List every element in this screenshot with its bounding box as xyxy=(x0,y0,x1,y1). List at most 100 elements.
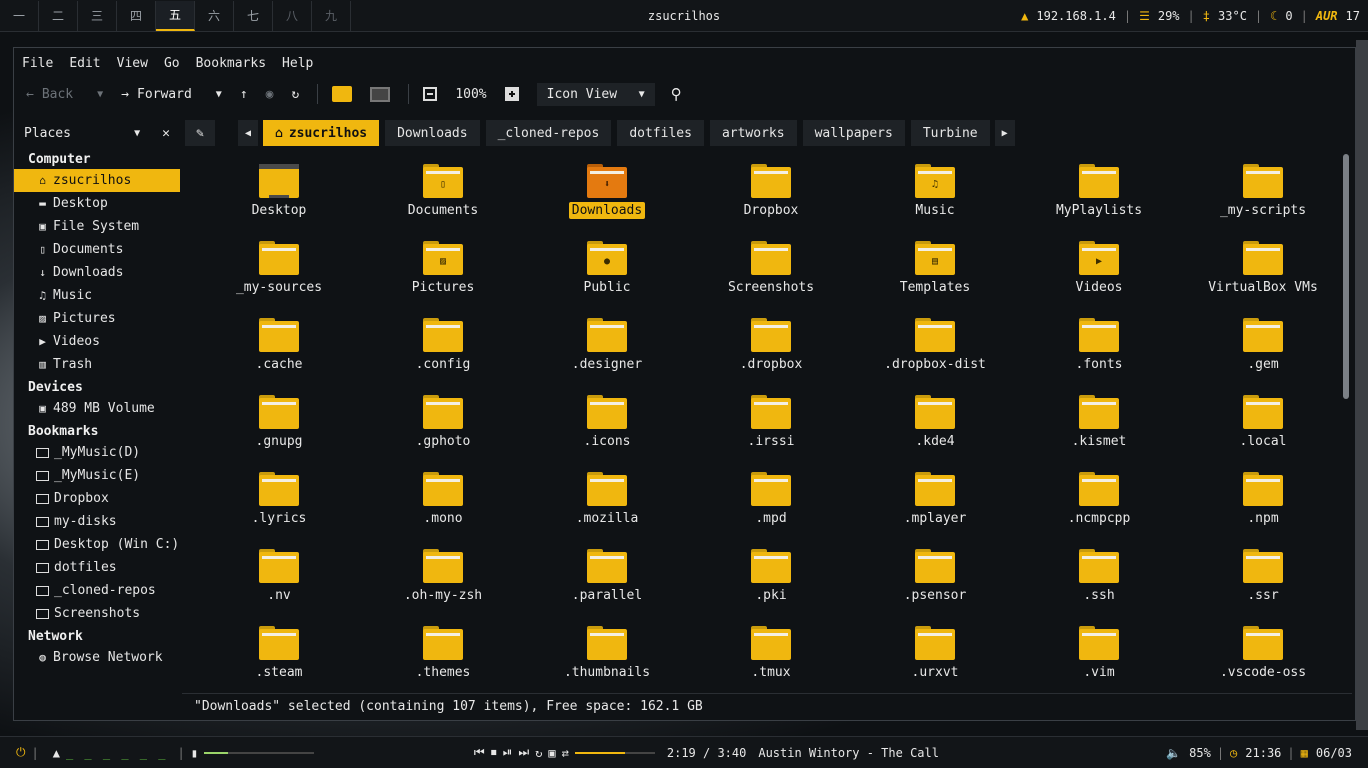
workspace-2[interactable]: 二 xyxy=(39,0,78,31)
file-item[interactable]: .mplayer xyxy=(860,460,1010,537)
computer-button[interactable] xyxy=(370,86,391,102)
play-pause-icon[interactable]: ⏯ xyxy=(503,745,513,760)
forward-button[interactable]: → Forward ▼ xyxy=(121,87,222,102)
file-item[interactable]: .mono xyxy=(368,460,518,537)
file-item[interactable]: .local xyxy=(1188,383,1338,460)
file-item[interactable]: ⬇ Downloads xyxy=(532,152,682,229)
file-item[interactable]: Desktop xyxy=(204,152,354,229)
file-item[interactable]: .gnupg xyxy=(204,383,354,460)
file-item[interactable]: .gem xyxy=(1188,306,1338,383)
file-item[interactable]: .thumbnails xyxy=(532,614,682,689)
sidebar-item[interactable]: Desktop (Win C:) xyxy=(14,533,180,556)
file-item[interactable]: .lyrics xyxy=(204,460,354,537)
sidebar-item[interactable]: ↓ Downloads xyxy=(14,261,180,284)
file-item[interactable]: Dropbox xyxy=(696,152,846,229)
file-item[interactable]: MyPlaylists xyxy=(1024,152,1174,229)
file-item[interactable]: ♫ Music xyxy=(860,152,1010,229)
aur-update-count[interactable]: 17 xyxy=(1346,9,1360,23)
home-button[interactable] xyxy=(332,86,353,102)
zoom-out-button[interactable] xyxy=(423,87,438,101)
file-item[interactable]: .psensor xyxy=(860,537,1010,614)
file-item[interactable]: .parallel xyxy=(532,537,682,614)
file-item[interactable]: .gphoto xyxy=(368,383,518,460)
sidebar-item[interactable]: ◍ Browse Network xyxy=(14,646,180,669)
file-item[interactable]: .steam xyxy=(204,614,354,689)
sidebar-item[interactable]: ▯ Documents xyxy=(14,238,180,261)
workspace-7[interactable]: 七 xyxy=(234,0,273,31)
back-history-chevron-icon[interactable]: ▼ xyxy=(97,89,103,100)
file-item[interactable]: .pki xyxy=(696,537,846,614)
file-item[interactable]: .themes xyxy=(368,614,518,689)
file-item[interactable]: .dropbox-dist xyxy=(860,306,1010,383)
repeat-icon[interactable]: ↻ xyxy=(535,746,542,760)
search-button[interactable]: ⚲ xyxy=(671,85,682,103)
sidebar-item[interactable]: ▬ Desktop xyxy=(14,192,180,215)
workspace-3[interactable]: 三 xyxy=(78,0,117,31)
volume-icon[interactable]: 🔈 xyxy=(1166,746,1181,760)
menu-bookmarks[interactable]: Bookmarks xyxy=(196,56,266,71)
file-item[interactable]: Screenshots xyxy=(696,229,846,306)
sidebar-item[interactable]: ▨ Pictures xyxy=(14,307,180,330)
menu-go[interactable]: Go xyxy=(164,56,180,71)
next-icon[interactable]: ⏭ xyxy=(518,745,529,760)
file-item[interactable]: .kde4 xyxy=(860,383,1010,460)
sidebar-item[interactable]: ▣ File System xyxy=(14,215,180,238)
forward-history-chevron-icon[interactable]: ▼ xyxy=(216,89,222,100)
stop-media-icon[interactable]: ⏹ xyxy=(491,745,497,760)
view-mode-select[interactable]: Icon View ▼ xyxy=(536,82,655,106)
sidebar-item[interactable]: my-disks xyxy=(14,510,180,533)
workspace-5[interactable]: 五 xyxy=(156,0,195,31)
file-item[interactable]: .cache xyxy=(204,306,354,383)
menu-file[interactable]: File xyxy=(22,56,53,71)
file-item[interactable]: .mpd xyxy=(696,460,846,537)
up-button[interactable]: ↑ xyxy=(240,87,248,102)
workspace-9[interactable]: 九 xyxy=(312,0,351,31)
sidebar-item[interactable]: Dropbox xyxy=(14,487,180,510)
file-item[interactable]: .config xyxy=(368,306,518,383)
crumb-scroll-left-button[interactable]: ◀ xyxy=(238,120,258,146)
sidebar-item[interactable]: _cloned-repos xyxy=(14,579,180,602)
file-item[interactable]: ● Public xyxy=(532,229,682,306)
file-item[interactable]: .ssh xyxy=(1024,537,1174,614)
file-item[interactable]: .npm xyxy=(1188,460,1338,537)
crumb-dotfiles[interactable]: dotfiles xyxy=(617,120,704,146)
file-item[interactable]: .designer xyxy=(532,306,682,383)
shuffle-icon[interactable]: ⇄ xyxy=(562,746,569,760)
sidebar-item[interactable]: ▶ Videos xyxy=(14,330,180,353)
sidebar-item[interactable]: ▣ 489 MB Volume xyxy=(14,397,180,420)
track-progress-bar[interactable] xyxy=(574,751,655,754)
crumb-downloads[interactable]: Downloads xyxy=(385,120,480,146)
previous-icon[interactable]: ⏮ xyxy=(474,745,485,760)
sidebar-item[interactable]: ⌂ zsucrilhos xyxy=(14,169,180,192)
crumb-wallpapers[interactable]: wallpapers xyxy=(802,120,905,146)
menu-view[interactable]: View xyxy=(117,56,148,71)
power-icon[interactable]: ⏻ xyxy=(16,745,26,760)
workspace-8[interactable]: 八 xyxy=(273,0,312,31)
crumb-clonedrepos[interactable]: _cloned-repos xyxy=(485,120,612,146)
file-item[interactable]: .ncmpcpp xyxy=(1024,460,1174,537)
file-item[interactable]: .vim xyxy=(1024,614,1174,689)
reload-button[interactable]: ↻ xyxy=(291,87,299,102)
crumb-turbine[interactable]: Turbine xyxy=(910,120,990,146)
zoom-in-button[interactable] xyxy=(504,87,519,101)
close-sidebar-icon[interactable]: ✕ xyxy=(162,126,170,141)
sidebar-item[interactable]: _MyMusic(D) xyxy=(14,441,180,464)
menu-help[interactable]: Help xyxy=(282,56,313,71)
workspace-4[interactable]: 四 xyxy=(117,0,156,31)
edit-location-button[interactable]: ✎ xyxy=(185,120,215,146)
file-item[interactable]: VirtualBox VMs xyxy=(1188,229,1338,306)
sidebar-title[interactable]: Places xyxy=(24,126,71,141)
crumb-artworks[interactable]: artworks xyxy=(709,120,797,146)
file-item[interactable]: .icons xyxy=(532,383,682,460)
stop-button[interactable]: ◉ xyxy=(266,87,274,102)
back-button[interactable]: ← Back ▼ xyxy=(26,87,103,102)
file-item[interactable]: .fonts xyxy=(1024,306,1174,383)
file-item[interactable]: .vscode-oss xyxy=(1188,614,1338,689)
sidebar-item[interactable]: ♫ Music xyxy=(14,284,180,307)
file-item[interactable]: .kismet xyxy=(1024,383,1174,460)
menu-edit[interactable]: Edit xyxy=(69,56,100,71)
file-item[interactable]: ▶ Videos xyxy=(1024,229,1174,306)
file-item[interactable]: ▤ Templates xyxy=(860,229,1010,306)
sidebar-item[interactable]: ▥ Trash xyxy=(14,353,180,376)
crumb-zsucrilhos[interactable]: ⌂ zsucrilhos xyxy=(263,120,380,146)
